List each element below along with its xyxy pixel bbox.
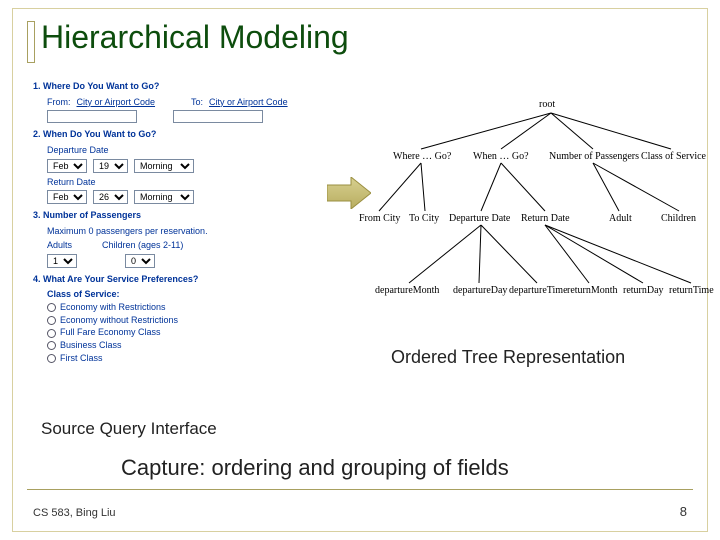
form-panel: 1. Where Do You Want to Go? From: City o… [33,75,333,364]
tree-cos: Class of Service [641,151,706,162]
dep-month[interactable]: Feb [47,159,87,173]
question-1: 1. Where Do You Want to Go? [33,81,333,93]
dep-time[interactable]: Morning [134,159,194,173]
tree-rday: returnDay [623,285,664,296]
to-hint[interactable]: City or Airport Code [209,97,288,109]
to-input[interactable] [173,110,263,123]
cos-opt-5: First Class [60,353,103,365]
cos-label: Class of Service: [47,289,333,301]
radio-icon[interactable] [47,316,56,325]
question-4: 4. What Are Your Service Preferences? [33,274,333,286]
footer-rule [27,489,693,490]
to-label: To: [191,97,203,109]
tree-when: When … Go? [473,151,529,162]
from-input[interactable] [47,110,137,123]
ret-month[interactable]: Feb [47,190,87,204]
tree-child: Children [661,213,696,224]
tree-rmon: returnMonth [567,285,618,296]
cos-opt-1: Economy with Restrictions [60,302,166,314]
tree-num: Number of Passengers [549,151,639,162]
caption-form: Source Query Interface [41,419,217,439]
pax-note: Maximum 0 passengers per reservation. [47,226,333,238]
radio-icon[interactable] [47,303,56,312]
tree-dep: Departure Date [449,213,510,224]
tree-diagram: root Where … Go? When … Go? Number of Pa… [361,99,713,329]
from-hint[interactable]: City or Airport Code [77,97,156,109]
tree-dmon: departureMonth [375,285,439,296]
footer-credit: CS 583, Bing Liu [33,507,116,519]
slide-frame: Hierarchical Modeling 1. Where Do You Wa… [12,8,708,532]
radio-icon[interactable] [47,341,56,350]
departure-label: Departure Date [47,145,109,155]
cos-opt-3: Full Fare Economy Class [60,327,161,339]
from-label: From: [47,97,71,109]
cos-opt-2: Economy without Restrictions [60,315,178,327]
adults-label: Adults [47,240,72,252]
caption-tree: Ordered Tree Representation [391,347,625,368]
tree-from: From City [359,213,400,224]
tree-dday: departureDay [453,285,507,296]
tree-rtime: returnTime [669,285,714,296]
tree-adult: Adult [609,213,632,224]
title-wrap: Hierarchical Modeling [13,9,363,60]
tree-root: root [539,99,555,110]
return-label: Return Date [47,177,96,187]
children-label: Children (ages 2-11) [102,240,183,252]
capture-line: Capture: ordering and grouping of fields [121,455,509,481]
adults-select[interactable]: 1 [47,254,77,268]
tree-to: To City [409,213,439,224]
tree-where: Where … Go? [393,151,451,162]
ret-time[interactable]: Morning [134,190,194,204]
dep-day[interactable]: 19 [93,159,128,173]
footer-page: 8 [680,504,687,519]
slide-title: Hierarchical Modeling [27,19,349,56]
slide-title-text: Hierarchical Modeling [41,19,349,55]
question-3: 3. Number of Passengers [33,210,333,222]
tree-ret: Return Date [521,213,570,224]
tree-dtime: departureTime [509,285,568,296]
ret-day[interactable]: 26 [93,190,128,204]
cos-opt-4: Business Class [60,340,122,352]
radio-icon[interactable] [47,354,56,363]
radio-icon[interactable] [47,329,56,338]
children-select[interactable]: 0 [125,254,155,268]
question-2: 2. When Do You Want to Go? [33,129,333,141]
